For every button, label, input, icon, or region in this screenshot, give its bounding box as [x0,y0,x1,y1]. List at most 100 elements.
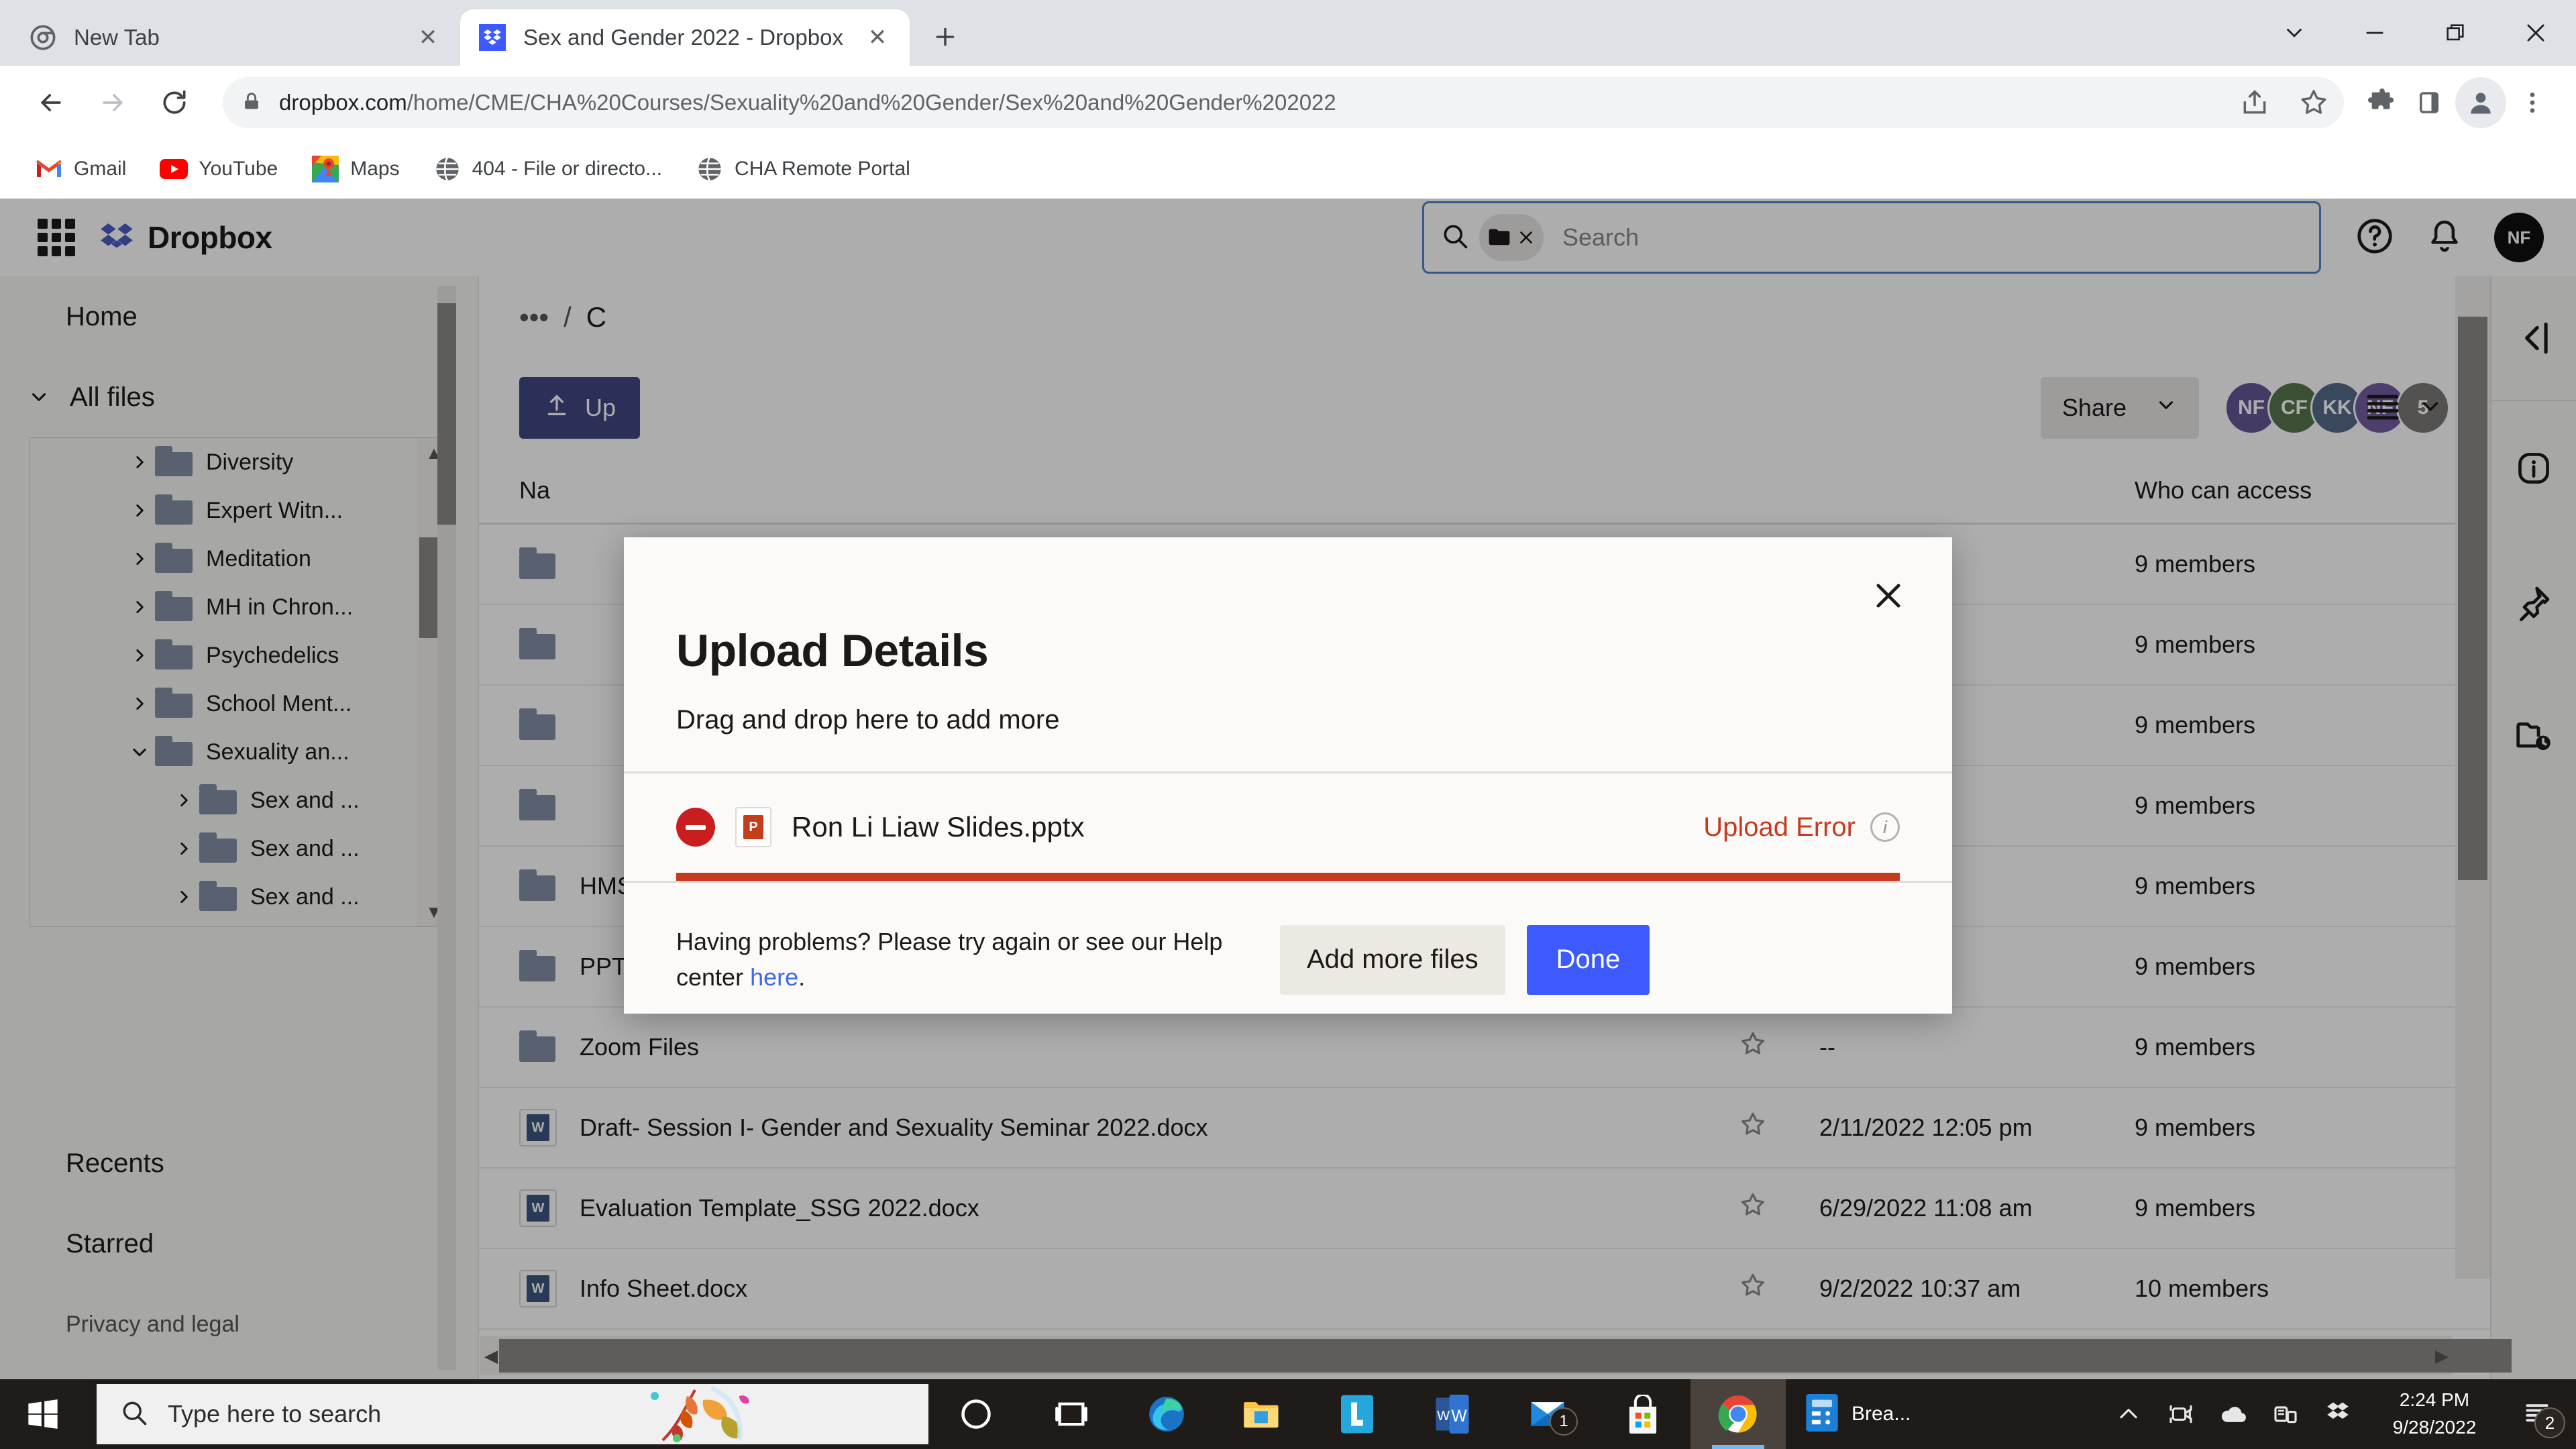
bookmark-youtube[interactable]: YouTube [148,150,290,189]
column-header-who-can-access[interactable]: Who can access [2135,476,2450,504]
file-list-scroll-thumb[interactable] [2458,317,2487,880]
taskbar-app-outlook[interactable]: 1 [1500,1379,1595,1449]
sidebar-item-starred[interactable]: Starred [0,1203,478,1284]
sidebar-item-recents[interactable]: Recents [0,1123,478,1203]
minimize-icon[interactable] [2334,0,2415,66]
clock[interactable]: 2:24 PM 9/28/2022 [2364,1387,2505,1441]
taskbar-app-lastpass[interactable] [1309,1379,1405,1449]
folder-tree-item[interactable]: Sex and ... [30,921,451,927]
share-button[interactable]: Share [2041,377,2199,439]
pin-icon[interactable] [2491,535,2576,669]
search-scope-chip[interactable] [1479,214,1544,261]
column-header-name[interactable]: Na [519,476,1739,504]
done-button[interactable]: Done [1527,925,1650,995]
app-switcher-icon[interactable] [38,219,75,256]
reload-button[interactable] [146,74,203,131]
folder-tree-item[interactable]: Sexuality an... [30,728,451,776]
bookmark-gmail[interactable]: Gmail [23,150,138,189]
taskbar-app-chrome[interactable] [1690,1379,1786,1449]
chevron-right-icon[interactable] [124,453,155,471]
taskbar-search-input[interactable]: Type here to search [97,1384,928,1444]
scroll-left-arrow-icon[interactable]: ◀ [480,1346,498,1366]
star-icon[interactable] [1739,1195,1767,1225]
search-input[interactable]: Search [1422,201,2321,274]
folder-tree-item[interactable]: School Ment... [30,680,451,728]
bookmark-404-file-or-directory[interactable]: 404 - File or directo... [421,150,674,189]
show-hidden-icons-icon[interactable] [2102,1379,2155,1449]
bookmark-cha-remote-portal[interactable]: CHA Remote Portal [684,150,922,189]
bookmark-maps[interactable]: Maps [299,150,411,189]
notifications-bell-icon[interactable] [2426,217,2463,258]
scroll-right-arrow-icon[interactable]: ▶ [2435,1346,2449,1366]
share-icon[interactable] [2234,82,2275,123]
dropbox-logo[interactable]: Dropbox [98,219,272,256]
chevron-right-icon[interactable] [168,888,199,906]
chevron-right-icon[interactable] [168,792,199,809]
folder-tree-item[interactable]: Expert Witn... [30,486,451,535]
help-center-link[interactable]: here [750,963,798,991]
recent-folder-icon[interactable] [2491,669,2576,804]
close-icon[interactable]: ✕ [863,23,892,52]
new-tab-button[interactable] [922,13,969,60]
star-icon[interactable] [1739,1034,1767,1064]
star-icon[interactable] [1739,1276,1767,1305]
chevron-down-icon[interactable] [2418,394,2443,423]
folder-tree-item[interactable]: MH in Chron... [30,583,451,631]
folder-tree-item[interactable]: Sex and ... [30,824,451,873]
table-row[interactable]: WInfo Sheet.docx9/2/2022 10:37 am10 memb… [479,1249,2490,1330]
folder-tree-item[interactable]: Psychedelics [30,631,451,680]
browser-tab-new-tab[interactable]: New Tab ✕ [11,9,460,66]
dropbox-icon[interactable] [2312,1379,2364,1449]
folder-tree-item[interactable]: Sex and ... [30,776,451,824]
start-button[interactable] [0,1379,86,1449]
sidebar-item-privacy-and-legal[interactable]: Privacy and legal [0,1284,478,1364]
folder-tree-item[interactable]: Sex and ... [30,873,451,921]
close-icon[interactable]: ✕ [413,23,443,52]
taskbar-app-task-view[interactable] [1024,1379,1119,1449]
sidebar-item-all-files[interactable]: All files [0,357,478,437]
profile-avatar[interactable] [2455,77,2506,128]
avatar[interactable]: NF [2494,213,2544,262]
address-bar[interactable]: dropbox.com/home/CME/CHA%20Courses/Sexua… [223,77,2344,128]
webcam-icon[interactable] [2155,1379,2207,1449]
table-row[interactable]: WDraft- Session I- Gender and Sexuality … [479,1088,2490,1169]
chevron-right-icon[interactable] [124,502,155,519]
forward-button[interactable] [85,74,141,131]
notification-center-button[interactable]: 2 [2505,1379,2569,1449]
taskbar-open-window-breakout[interactable]: Brea... [1786,1379,1931,1449]
collapse-panel-button[interactable] [2491,276,2576,401]
browser-tab-dropbox[interactable]: Sex and Gender 2022 - Dropbox ✕ [460,9,910,66]
breadcrumb-overflow[interactable]: ••• [519,301,549,333]
back-button[interactable] [23,74,79,131]
horizontal-scrollbar[interactable]: ◀ ▶ [480,1336,2453,1375]
help-icon[interactable] [2355,216,2395,260]
upload-button[interactable]: Up [519,377,640,439]
sidebar-scroll-thumb[interactable] [437,303,456,525]
maximize-icon[interactable] [2415,0,2496,66]
sidebar-item-home[interactable]: Home [0,276,478,357]
folder-tree-item[interactable]: Diversity [30,438,451,486]
side-panel-icon[interactable] [2408,82,2450,123]
info-icon[interactable]: i [1870,812,1900,842]
taskbar-app-microsoft-store[interactable] [1595,1379,1690,1449]
extensions-icon[interactable] [2361,82,2403,123]
chevron-right-icon[interactable] [168,840,199,857]
bookmark-star-icon[interactable] [2293,82,2334,123]
chevron-right-icon[interactable] [124,598,155,616]
taskbar-app-edge[interactable] [1119,1379,1214,1449]
taskbar-app-cortana[interactable] [928,1379,1024,1449]
taskbar-app-file-explorer[interactable] [1214,1379,1309,1449]
chevron-down-icon[interactable] [25,386,52,409]
taskbar-app-word[interactable]: WW [1405,1379,1500,1449]
info-icon[interactable] [2491,401,2576,535]
chevron-right-icon[interactable] [124,695,155,712]
view-options[interactable] [2365,392,2443,424]
chevron-right-icon[interactable] [124,647,155,664]
chevron-right-icon[interactable] [124,550,155,568]
chevron-down-icon[interactable] [2254,0,2334,66]
table-row[interactable]: WEvaluation Template_SSG 2022.docx6/29/2… [479,1169,2490,1249]
star-icon[interactable] [1739,1115,1767,1144]
list-view-icon[interactable] [2365,392,2400,424]
onedrive-icon[interactable] [2207,1379,2259,1449]
add-more-files-button[interactable]: Add more files [1280,925,1505,995]
